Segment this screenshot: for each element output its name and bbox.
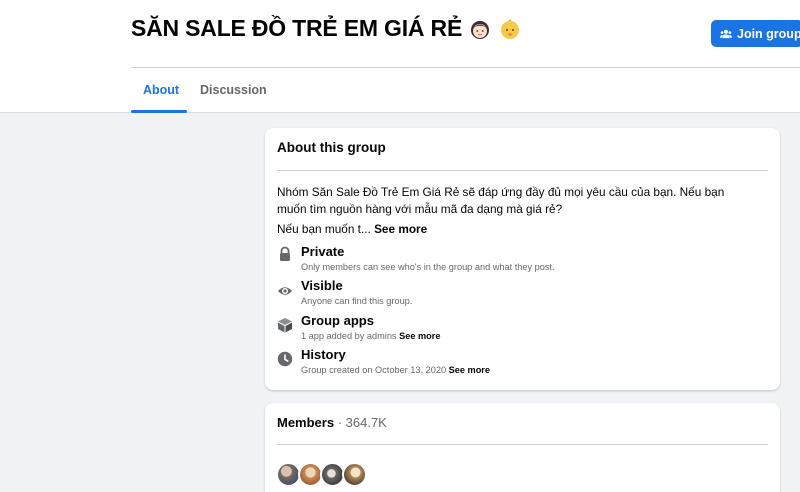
- baby-emoji-icon: [501, 18, 520, 39]
- visibility-row: Visible Anyone can find this group.: [277, 278, 757, 310]
- visibility-subtitle: Anyone can find this group.: [301, 296, 413, 306]
- about-card: About this group Nhóm Săn Sale Đồ Trẻ Em…: [265, 128, 780, 390]
- group-apps-row: Group apps 1 app added by admins See mor…: [277, 313, 757, 345]
- history-see-more-link[interactable]: See more: [449, 365, 490, 375]
- avatar[interactable]: [342, 462, 367, 487]
- group-title-text: SĂN SALE ĐỒ TRẺ EM GIÁ RẺ: [131, 15, 463, 41]
- clock-icon: [277, 351, 293, 367]
- tab-about[interactable]: About: [143, 83, 179, 97]
- privacy-subtitle: Only members can see who's in the group …: [301, 262, 555, 272]
- join-group-label: Join group: [737, 26, 800, 41]
- history-subtitle: Group created on October 13, 2020 See mo…: [301, 365, 490, 375]
- group-apps-title: Group apps: [301, 313, 374, 328]
- group-header: SĂN SALE ĐỒ TRẺ EM GIÁ RẺ Join group Abo…: [0, 0, 800, 113]
- join-group-button[interactable]: Join group: [711, 20, 800, 47]
- group-apps-see-more-link[interactable]: See more: [399, 331, 440, 341]
- members-count: · 364.7K: [337, 415, 387, 430]
- group-apps-subtitle-text: 1 app added by admins: [301, 331, 397, 341]
- history-title: History: [301, 347, 346, 362]
- visibility-title: Visible: [301, 278, 343, 293]
- see-more-link[interactable]: See more: [374, 222, 427, 236]
- history-subtitle-text: Group created on October 13, 2020: [301, 365, 447, 375]
- header-divider: [131, 67, 800, 68]
- about-heading: About this group: [277, 140, 386, 155]
- privacy-row: Private Only members can see who's in th…: [277, 244, 757, 276]
- members-label: Members: [277, 415, 335, 430]
- group-apps-subtitle: 1 app added by admins See more: [301, 331, 440, 341]
- lock-icon: [280, 246, 290, 261]
- history-row: History Group created on October 13, 202…: [277, 347, 757, 379]
- privacy-title: Private: [301, 244, 345, 259]
- girl-emoji-icon: [471, 20, 490, 39]
- about-divider: [277, 170, 768, 171]
- eye-icon: [278, 287, 292, 295]
- members-card: Members · 364.7K: [265, 403, 780, 492]
- description-truncated-text: Nếu bạn muốn t...: [277, 222, 371, 236]
- group-icon: [720, 29, 732, 38]
- group-title: SĂN SALE ĐỒ TRẺ EM GIÁ RẺ: [131, 15, 522, 42]
- members-divider: [277, 444, 768, 445]
- group-description: Nhóm Săn Sale Đồ Trẻ Em Giá Rẻ sẽ đáp ứn…: [277, 185, 725, 216]
- members-title: Members · 364.7K: [277, 415, 387, 430]
- cube-icon: [278, 318, 292, 333]
- group-description-truncated: Nếu bạn muốn t... See more: [277, 222, 427, 236]
- member-avatars: [276, 462, 367, 487]
- tab-discussion[interactable]: Discussion: [200, 83, 267, 97]
- active-tab-indicator: [131, 110, 187, 113]
